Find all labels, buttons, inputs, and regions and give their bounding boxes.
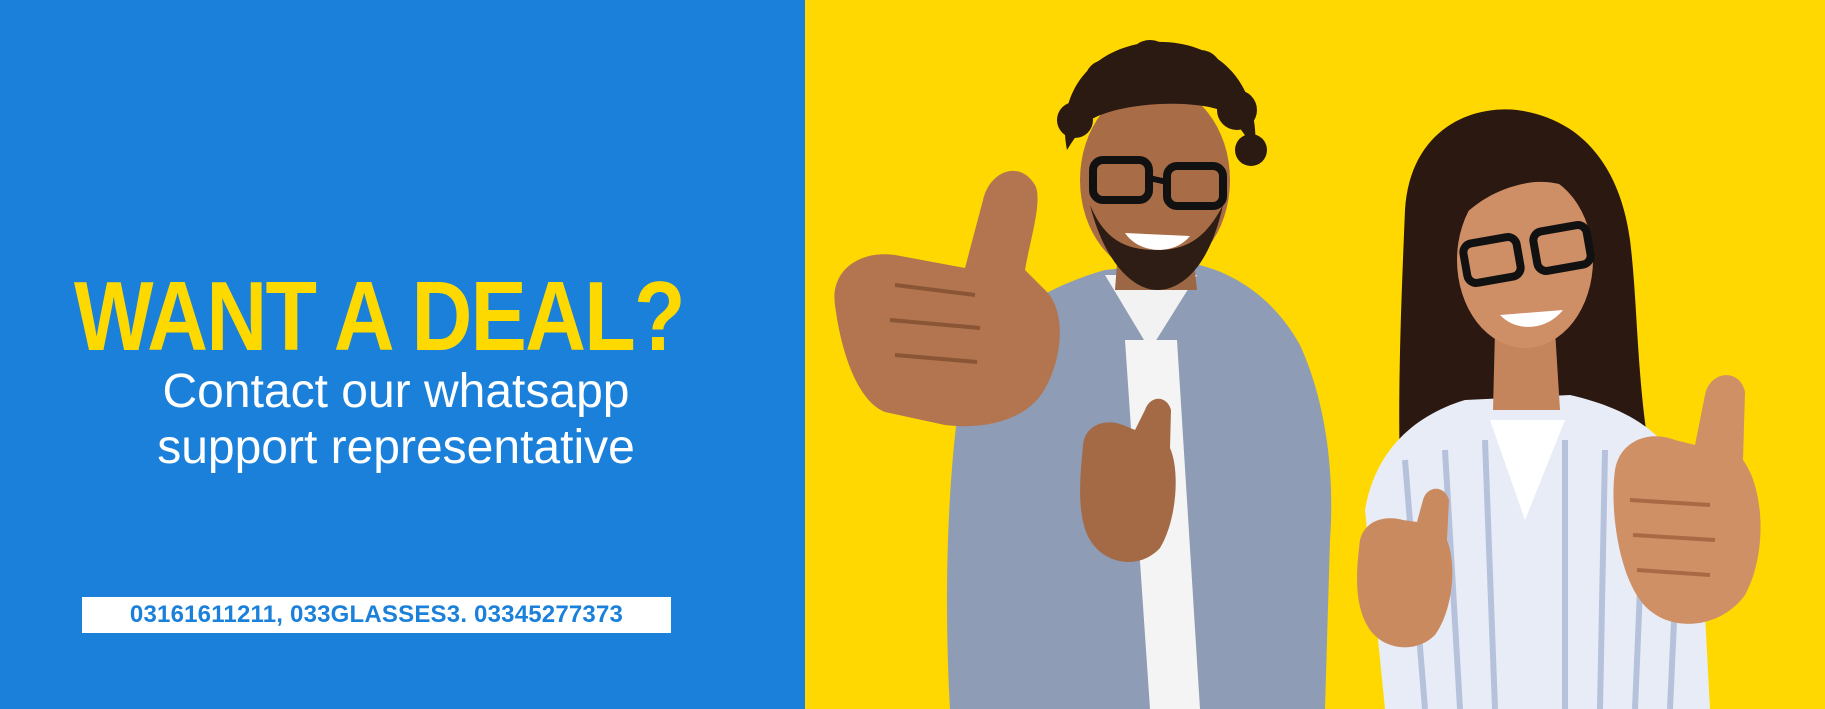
phone-number-box: 03161611211, 033GLASSES3. 03345277373 [82, 597, 671, 633]
subtext-line-2: support representative [157, 421, 635, 474]
promo-banner: WANT A DEAL? Contact our whatsapp suppor… [0, 0, 1825, 709]
woman-figure [1357, 109, 1761, 709]
headline: WANT A DEAL? [74, 261, 686, 371]
subtext-line-1: Contact our whatsapp [162, 365, 630, 418]
phone-numbers: 03161611211, 033GLASSES3. 03345277373 [129, 601, 624, 628]
people-thumbs-up-photo [834, 40, 1761, 709]
right-yellow-panel [805, 0, 1825, 709]
man-figure [834, 40, 1332, 709]
left-blue-panel: WANT A DEAL? Contact our whatsapp suppor… [0, 0, 805, 709]
subtext: Contact our whatsapp support representat… [76, 364, 716, 476]
